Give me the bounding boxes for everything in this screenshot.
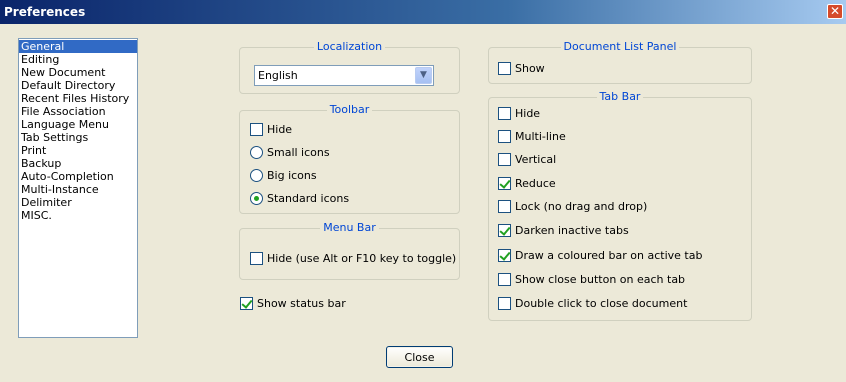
show-status-bar-checkbox[interactable]: Show status bar: [240, 295, 346, 311]
dialog-body: General Editing New Document Default Direct…: [0, 24, 846, 382]
radio-icon[interactable]: [250, 145, 263, 159]
tab-bar-title: Tab Bar: [596, 90, 644, 103]
doc-list-show-label: Show: [515, 61, 545, 75]
toolbar-group: Toolbar Hide Small icons Big icons Stand…: [239, 103, 460, 214]
chevron-down-icon[interactable]: ▼: [415, 67, 432, 84]
checkbox-icon[interactable]: [498, 129, 511, 143]
category-item[interactable]: Multi-Instance: [19, 183, 137, 196]
localization-title: Localization: [313, 40, 386, 53]
tab-bar-close-button-checkbox[interactable]: Show close button on each tab: [498, 271, 685, 287]
checkbox-icon[interactable]: [498, 223, 511, 237]
checkbox-icon[interactable]: [250, 251, 263, 265]
menu-bar-group: Menu Bar Hide (use Alt or F10 key to tog…: [239, 221, 460, 280]
menu-bar-hide-checkbox[interactable]: Hide (use Alt or F10 key to toggle): [250, 250, 456, 266]
double-click-label: Double click to close document: [515, 296, 688, 310]
title-bar[interactable]: Preferences ✕: [0, 0, 846, 24]
reduce-label: Reduce: [515, 176, 556, 190]
category-item[interactable]: General: [19, 40, 137, 53]
localization-group: Localization English ▼: [239, 40, 460, 94]
small-icons-label: Small icons: [267, 145, 330, 159]
tab-bar-reduce-checkbox[interactable]: Reduce: [498, 175, 556, 191]
toolbar-hide-checkbox[interactable]: Hide: [250, 121, 292, 137]
tab-bar-vertical-checkbox[interactable]: Vertical: [498, 151, 556, 167]
tab-bar-group: Tab Bar Hide Multi-line Vertical Reduce …: [488, 90, 752, 321]
toolbar-standard-icons-radio[interactable]: Standard icons: [250, 190, 349, 206]
category-item[interactable]: Auto-Completion: [19, 170, 137, 183]
vertical-label: Vertical: [515, 152, 557, 166]
checkbox-icon[interactable]: [498, 248, 511, 262]
checkbox-icon[interactable]: [498, 61, 511, 75]
language-select[interactable]: English ▼: [254, 65, 434, 86]
category-list[interactable]: General Editing New Document Default Direct…: [18, 38, 138, 338]
category-item[interactable]: File Association: [19, 105, 137, 118]
checkbox-icon[interactable]: [250, 122, 263, 136]
close-icon[interactable]: ✕: [827, 4, 843, 19]
checkbox-icon[interactable]: [498, 106, 511, 120]
category-item[interactable]: Recent Files History: [19, 92, 137, 105]
document-list-panel-title: Document List Panel: [560, 40, 680, 53]
tab-bar-lock-checkbox[interactable]: Lock (no drag and drop): [498, 198, 647, 214]
language-value: English: [258, 69, 298, 82]
category-item[interactable]: Language Menu: [19, 118, 137, 131]
toolbar-big-icons-radio[interactable]: Big icons: [250, 167, 317, 183]
toolbar-small-icons-radio[interactable]: Small icons: [250, 144, 330, 160]
category-item[interactable]: MISC.: [19, 209, 137, 222]
checkbox-icon[interactable]: [498, 296, 511, 310]
category-item[interactable]: Tab Settings: [19, 131, 137, 144]
checkbox-icon[interactable]: [498, 152, 511, 166]
big-icons-label: Big icons: [267, 168, 317, 182]
toolbar-hide-label: Hide: [267, 122, 293, 136]
checkbox-icon[interactable]: [498, 199, 511, 213]
show-status-bar-label: Show status bar: [257, 296, 346, 310]
darken-label: Darken inactive tabs: [515, 223, 629, 237]
category-item[interactable]: New Document: [19, 66, 137, 79]
coloured-bar-label: Draw a coloured bar on active tab: [515, 248, 703, 262]
doc-list-show-checkbox[interactable]: Show: [498, 60, 545, 76]
tab-bar-coloured-bar-checkbox[interactable]: Draw a coloured bar on active tab: [498, 247, 702, 263]
checkbox-icon[interactable]: [498, 176, 511, 190]
tab-bar-double-click-checkbox[interactable]: Double click to close document: [498, 295, 687, 311]
toolbar-title: Toolbar: [326, 103, 373, 116]
radio-icon[interactable]: [250, 191, 263, 205]
lock-label: Lock (no drag and drop): [515, 199, 648, 213]
window-title: Preferences: [4, 5, 86, 19]
document-list-panel-group: Document List Panel Show: [488, 40, 752, 84]
tab-bar-hide-label: Hide: [515, 106, 541, 120]
multi-line-label: Multi-line: [515, 129, 566, 143]
tab-bar-darken-checkbox[interactable]: Darken inactive tabs: [498, 222, 629, 238]
tab-bar-multi-line-checkbox[interactable]: Multi-line: [498, 128, 566, 144]
radio-icon[interactable]: [250, 168, 263, 182]
tab-bar-hide-checkbox[interactable]: Hide: [498, 105, 540, 121]
menu-bar-title: Menu Bar: [320, 221, 379, 234]
preferences-window: Preferences ✕ General Editing New Document…: [0, 0, 846, 382]
checkbox-icon[interactable]: [240, 296, 253, 310]
checkbox-icon[interactable]: [498, 272, 511, 286]
category-item[interactable]: Default Directory: [19, 79, 137, 92]
close-button-label: Show close button on each tab: [515, 272, 686, 286]
category-item[interactable]: Backup: [19, 157, 137, 170]
category-item[interactable]: Delimiter: [19, 196, 137, 209]
close-button[interactable]: Close: [386, 346, 453, 368]
standard-icons-label: Standard icons: [267, 191, 350, 205]
category-item[interactable]: Editing: [19, 53, 137, 66]
category-item[interactable]: Print: [19, 144, 137, 157]
menu-bar-hide-label: Hide (use Alt or F10 key to toggle): [267, 251, 457, 265]
